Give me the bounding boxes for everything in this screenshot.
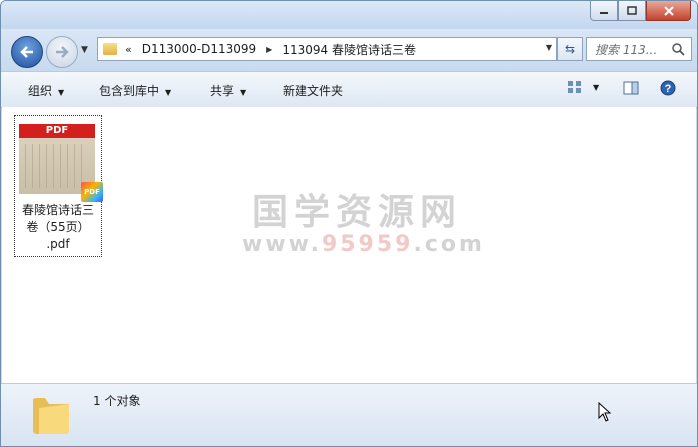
- watermark-url-prefix: www.: [242, 232, 322, 257]
- close-icon: [663, 5, 674, 16]
- navigation-bar: ▼ « D113000-D113099 ▶ 113094 春陵馆诗话三卷 ▼ ⇆…: [1, 29, 697, 71]
- file-name[interactable]: 春陵馆诗话三 卷（55页） .pdf: [15, 202, 101, 253]
- search-input[interactable]: 搜索 113...: [595, 41, 671, 58]
- chevron-down-icon: ▼: [240, 88, 247, 97]
- new-folder-button[interactable]: 新建文件夹: [283, 82, 343, 99]
- file-item-pdf[interactable]: PDF PDF 春陵馆诗话三 卷（55页） .pdf: [14, 115, 103, 257]
- watermark-url: www.95959.com: [242, 232, 482, 257]
- command-bar: 组织 ▼ 包含到库中 ▼ 共享 ▼ 新建文件夹 ▼ ?: [1, 71, 697, 108]
- view-options-button[interactable]: [567, 80, 583, 97]
- breadcrumb-parent[interactable]: D113000-D113099: [142, 42, 256, 56]
- chevron-down-icon: ▼: [58, 88, 65, 97]
- chevron-down-icon: ▼: [165, 88, 172, 97]
- refresh-button[interactable]: ⇆: [557, 37, 583, 61]
- breadcrumb-current[interactable]: 113094 春陵馆诗话三卷: [282, 41, 416, 58]
- organize-label: 组织: [28, 84, 53, 98]
- close-button[interactable]: [646, 1, 691, 21]
- file-name-line: 春陵馆诗话三: [21, 203, 94, 217]
- back-arrow-icon: [20, 46, 33, 58]
- file-list-pane[interactable]: PDF PDF 春陵馆诗话三 卷（55页） .pdf 国学资源网 www.959…: [2, 107, 696, 383]
- item-count: 1 个对象: [93, 394, 141, 408]
- view-dropdown-icon[interactable]: ▼: [593, 83, 599, 92]
- minimize-button[interactable]: [590, 1, 618, 21]
- caption-buttons: [590, 1, 691, 21]
- help-icon: ?: [660, 80, 676, 96]
- search-icon[interactable]: [671, 42, 685, 56]
- include-in-library-button[interactable]: 包含到库中 ▼: [99, 82, 171, 99]
- organize-button[interactable]: 组织 ▼: [28, 82, 64, 99]
- minimize-icon: [600, 11, 608, 14]
- title-bar: [1, 1, 697, 29]
- maximize-icon: [627, 6, 637, 15]
- mouse-cursor-icon: [598, 402, 612, 422]
- explorer-window: ▼ « D113000-D113099 ▶ 113094 春陵馆诗话三卷 ▼ ⇆…: [0, 0, 698, 447]
- folder-icon: [103, 43, 117, 55]
- new-folder-label: 新建文件夹: [283, 84, 344, 98]
- search-box[interactable]: 搜索 113...: [586, 37, 692, 61]
- maximize-button[interactable]: [618, 1, 646, 21]
- pdf-file-icon: PDF: [81, 182, 103, 202]
- thumbnail-header: PDF: [19, 124, 95, 138]
- recent-pages-dropdown[interactable]: ▼: [81, 45, 88, 55]
- file-name-line: 卷（55页）: [26, 220, 90, 234]
- forward-arrow-icon: [56, 46, 69, 58]
- address-bar[interactable]: « D113000-D113099 ▶ 113094 春陵馆诗话三卷 ▼: [97, 37, 557, 61]
- view-options-icon: [568, 81, 581, 93]
- details-pane: 1 个对象: [1, 383, 697, 446]
- back-button[interactable]: [11, 36, 43, 68]
- share-button[interactable]: 共享 ▼: [210, 82, 246, 99]
- preview-pane-button[interactable]: [623, 81, 639, 98]
- watermark-title: 国学资源网: [251, 192, 462, 233]
- watermark-url-highlight: 95959: [321, 232, 414, 257]
- breadcrumb-separator-icon[interactable]: ▶: [266, 45, 272, 54]
- watermark: 国学资源网 www.95959.com: [242, 192, 482, 257]
- include-in-library-label: 包含到库中: [99, 84, 160, 98]
- preview-pane-icon: [623, 81, 639, 95]
- share-label: 共享: [210, 84, 235, 98]
- file-name-extension: .pdf: [46, 237, 70, 251]
- address-dropdown-icon[interactable]: ▼: [546, 43, 552, 52]
- folder-icon: [33, 398, 69, 434]
- pdf-thumbnail: PDF PDF: [19, 124, 103, 202]
- refresh-icon: ⇆: [564, 42, 576, 56]
- svg-text:?: ?: [665, 83, 672, 95]
- watermark-url-suffix: .com: [413, 232, 485, 257]
- forward-button[interactable]: [46, 36, 78, 68]
- help-button[interactable]: ?: [660, 80, 676, 99]
- document-scan-texture: [25, 144, 85, 188]
- overflow-chevron[interactable]: «: [125, 43, 132, 56]
